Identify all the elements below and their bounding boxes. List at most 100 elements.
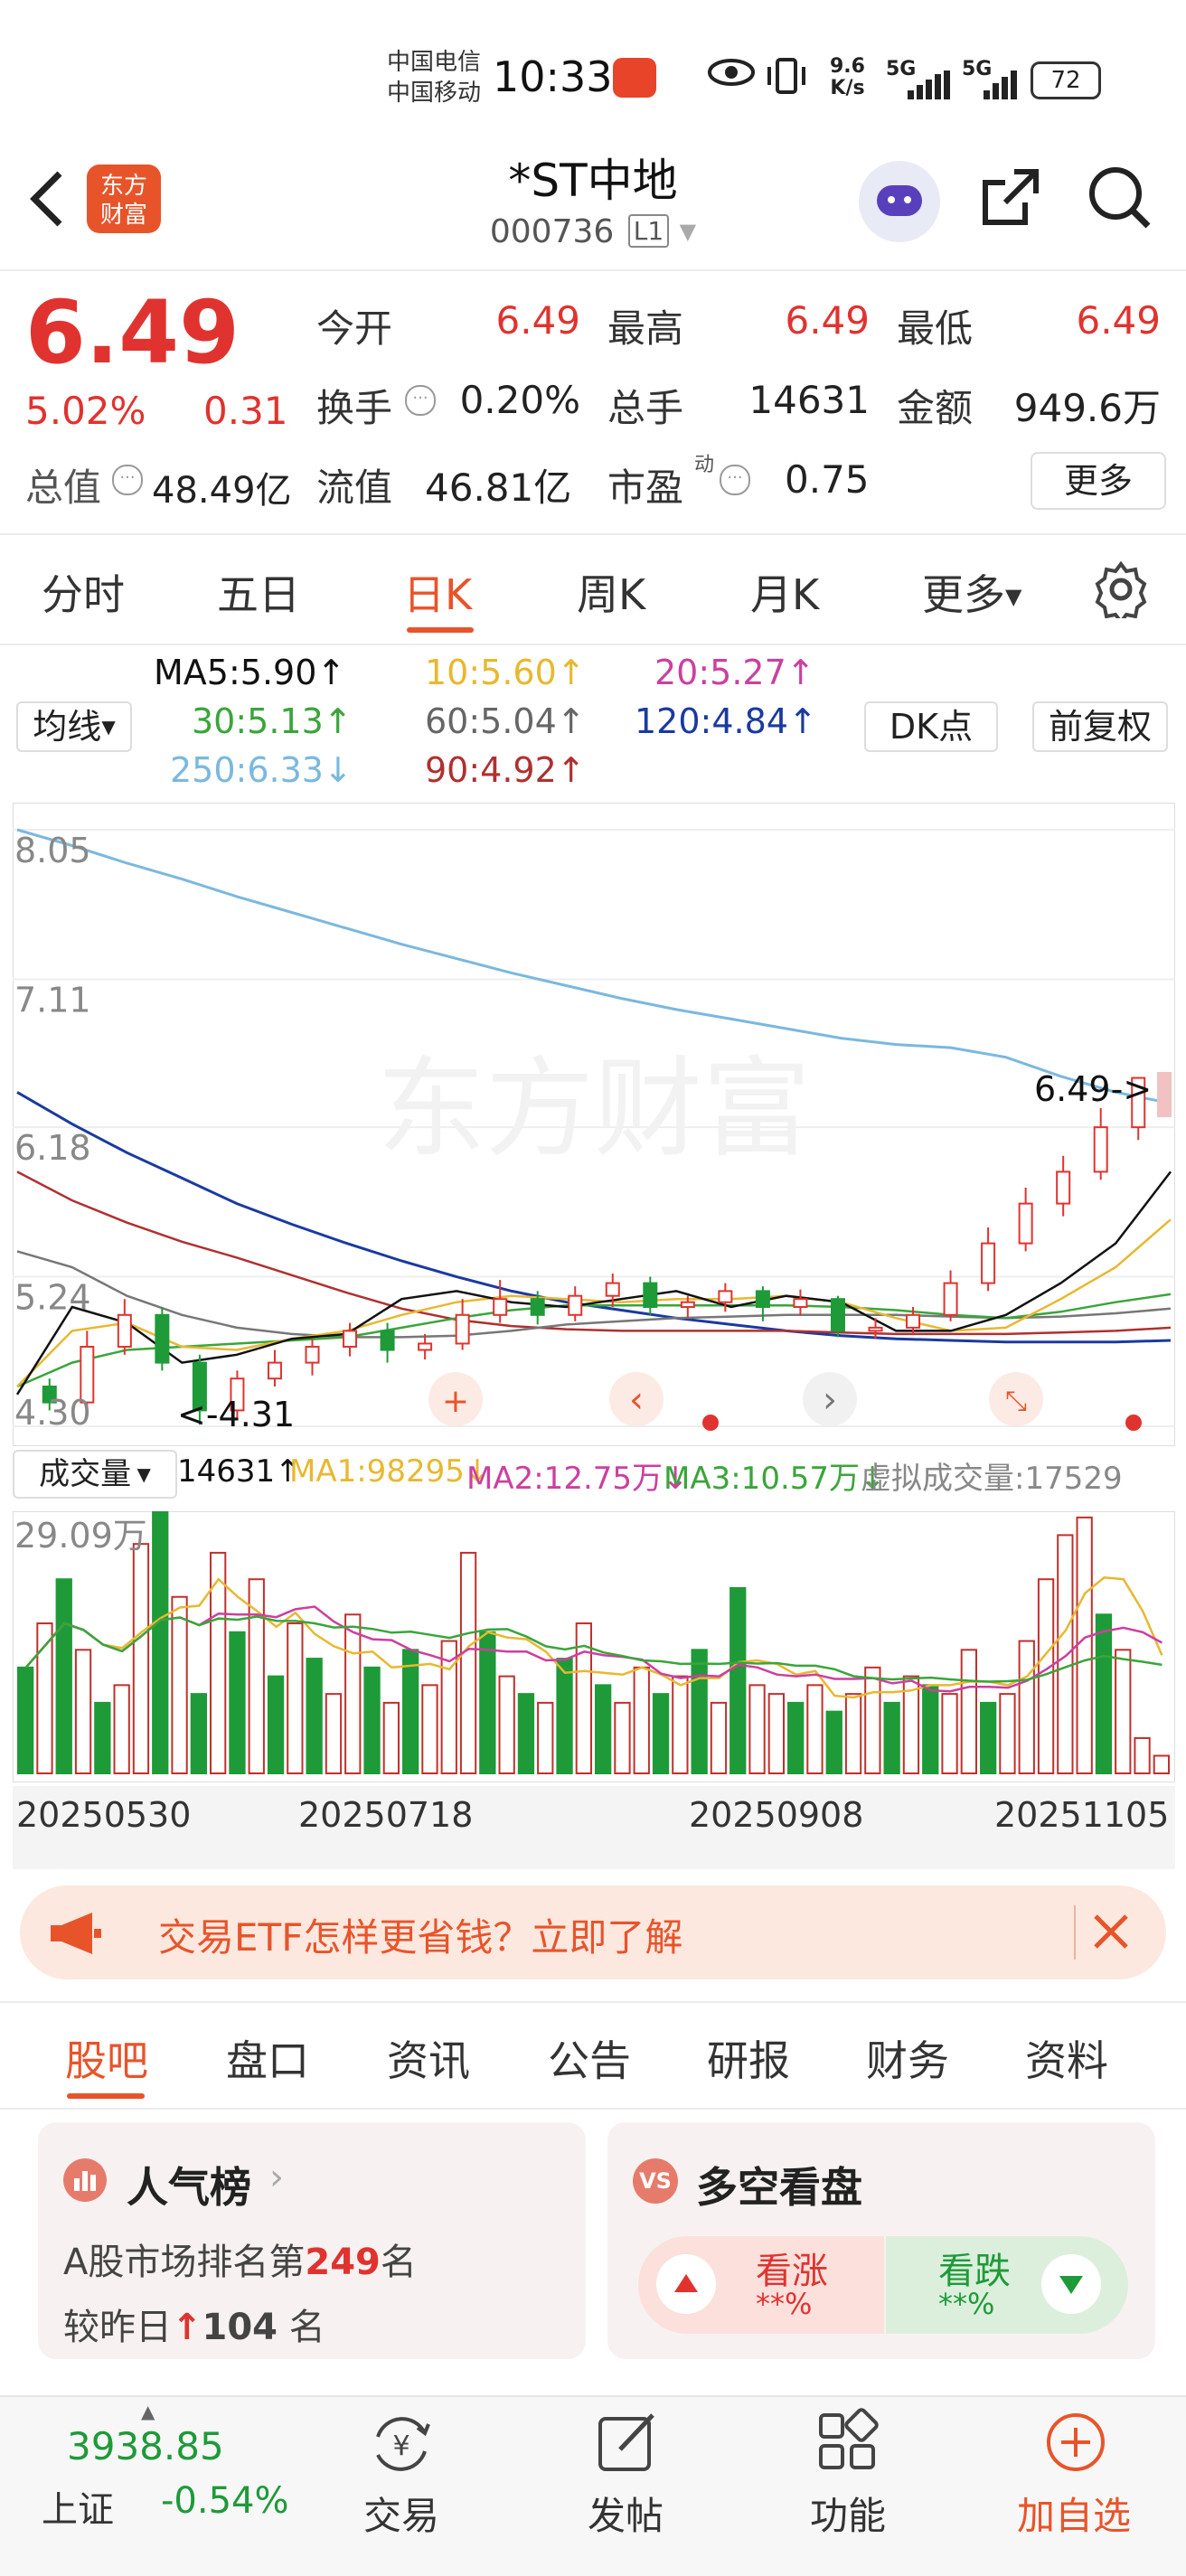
volume-bar	[844, 1693, 862, 1774]
candle-body	[117, 1313, 132, 1348]
volume-bar	[980, 1701, 997, 1774]
virtual-volume-legend: 虚拟成交量:17529	[861, 1461, 1123, 1497]
tab-research[interactable]: 研报	[707, 2028, 790, 2088]
volume-bar	[537, 1701, 554, 1774]
volume-value: 14631	[748, 378, 870, 422]
banner-divider	[1074, 1905, 1076, 1960]
banner-close-button[interactable]	[1088, 1909, 1134, 1958]
edit-icon	[593, 2408, 662, 2480]
volume-bar	[287, 1622, 304, 1774]
info-icon[interactable]: ···	[405, 385, 436, 416]
candle-body	[380, 1330, 395, 1351]
carrier-1: 中国电信	[387, 49, 482, 76]
low-label: 最低	[897, 306, 974, 351]
chevron-right-icon: ›	[823, 1379, 837, 1421]
info-icon[interactable]: ···	[720, 465, 750, 495]
nav-trade[interactable]: 交易	[329, 2486, 474, 2541]
volume-bar	[748, 1684, 766, 1774]
volume-bar	[729, 1586, 747, 1774]
pe-superscript: 动	[694, 454, 715, 476]
volume-bar	[1095, 1613, 1113, 1774]
volume-bar	[382, 1701, 400, 1774]
more-quote-button[interactable]: 更多	[1031, 452, 1166, 510]
volume-chart[interactable]: 29.09万	[13, 1511, 1175, 1782]
notification-app-icon	[613, 58, 656, 98]
nav-post[interactable]: 发帖	[553, 2486, 698, 2541]
tab-orderbook[interactable]: 盘口	[226, 2028, 309, 2088]
indicator-selector[interactable]: 成交量 ▼	[13, 1450, 177, 1499]
info-icon[interactable]: ···	[112, 465, 143, 495]
change-percent: 5.02%	[25, 389, 146, 433]
ma-selector[interactable]: 均线▼	[16, 701, 132, 752]
tab-five-day[interactable]: 五日	[217, 562, 300, 622]
adjust-button[interactable]: 前复权	[1032, 701, 1168, 752]
volume-bar	[960, 1649, 977, 1774]
tab-monthly-k[interactable]: 月K	[750, 562, 819, 622]
settings-button[interactable]	[1092, 560, 1150, 625]
candle-body	[418, 1342, 433, 1351]
tab-more[interactable]: 更多▼	[922, 562, 1021, 622]
ma30-legend: 30:5.13↑	[192, 701, 353, 741]
signal-bars-2-icon	[964, 71, 1018, 103]
kline-chart[interactable]: 东方财富 8.057.116.185.244.30 6.49-> <-4.31 …	[13, 803, 1175, 1446]
watermark: 东方财富	[377, 1047, 811, 1172]
rank-suffix: 名	[380, 2242, 417, 2283]
y-tick-label: 5.24	[14, 1278, 91, 1318]
signal-dot	[702, 1415, 719, 1431]
tab-daily-k[interactable]: 日K	[403, 562, 472, 622]
candle-body	[605, 1282, 620, 1297]
rank-change-line: 较昨日↑104 名	[63, 2298, 325, 2350]
candle-body	[1093, 1126, 1108, 1173]
ma90-legend: 90:4.92↑	[425, 750, 586, 790]
mktcap-label: 总值	[25, 465, 102, 510]
volume-bar	[825, 1710, 842, 1775]
dk-point-button[interactable]: DK点	[864, 701, 998, 752]
tab-intraday[interactable]: 分时	[42, 562, 125, 622]
volume-bar	[883, 1701, 900, 1774]
volume-bar	[806, 1684, 824, 1774]
grid-icon	[814, 2408, 882, 2480]
tab-forum[interactable]: 股吧	[65, 2028, 148, 2088]
index-value[interactable]: 3938.85	[67, 2424, 224, 2468]
ranking-icon	[63, 2158, 107, 2202]
popularity-title: 人气榜	[127, 2163, 251, 2212]
volume-bar	[595, 1684, 612, 1774]
ma5-legend: MA5:5.90↑	[154, 653, 346, 692]
plus-icon: +	[442, 1383, 469, 1420]
tab-financials[interactable]: 财务	[866, 2028, 949, 2088]
candle-body	[793, 1298, 808, 1309]
candle-body	[718, 1290, 733, 1303]
chevron-left-icon: ‹	[629, 1379, 644, 1421]
bull-bear-title: 多空看盘	[696, 2163, 862, 2212]
share-button[interactable]	[978, 165, 1043, 230]
divider	[0, 2108, 1186, 2110]
volume-bar	[1057, 1534, 1074, 1774]
candle-body	[868, 1326, 883, 1332]
ma250-legend: 250:6.33↓	[170, 750, 353, 790]
open-value: 6.49	[495, 298, 580, 343]
nav-add-watchlist[interactable]: 加自选	[1002, 2486, 1146, 2541]
pe-label: 市盈	[607, 465, 684, 510]
tab-profile[interactable]: 资料	[1025, 2028, 1108, 2088]
battery-level: 72	[1050, 67, 1081, 94]
tab-announcements[interactable]: 公告	[548, 2028, 631, 2088]
current-price: 6.49	[25, 282, 240, 383]
ma60-legend: 60:5.04↑	[425, 701, 586, 741]
dk-point-label: DK点	[889, 707, 974, 747]
tab-news[interactable]: 资讯	[387, 2028, 470, 2088]
megaphone-icon	[49, 1911, 103, 1960]
candle-body	[343, 1330, 358, 1349]
nav-features[interactable]: 功能	[776, 2486, 920, 2541]
gear-icon	[1095, 560, 1147, 625]
tab-weekly-k[interactable]: 周K	[577, 562, 645, 622]
price-marker: 6.49->	[1034, 1069, 1152, 1109]
volume-bar	[941, 1693, 958, 1774]
volume-bar	[190, 1693, 207, 1774]
candle-body	[906, 1313, 921, 1329]
trade-icon: ¥	[367, 2410, 436, 2482]
signal-bars-1-icon	[888, 71, 951, 103]
arrow-up-icon: ↑	[172, 2307, 202, 2348]
search-button[interactable]	[1085, 163, 1153, 231]
down-triangle-icon	[1041, 2254, 1101, 2314]
ma10-legend: 10:5.60↑	[425, 653, 586, 692]
